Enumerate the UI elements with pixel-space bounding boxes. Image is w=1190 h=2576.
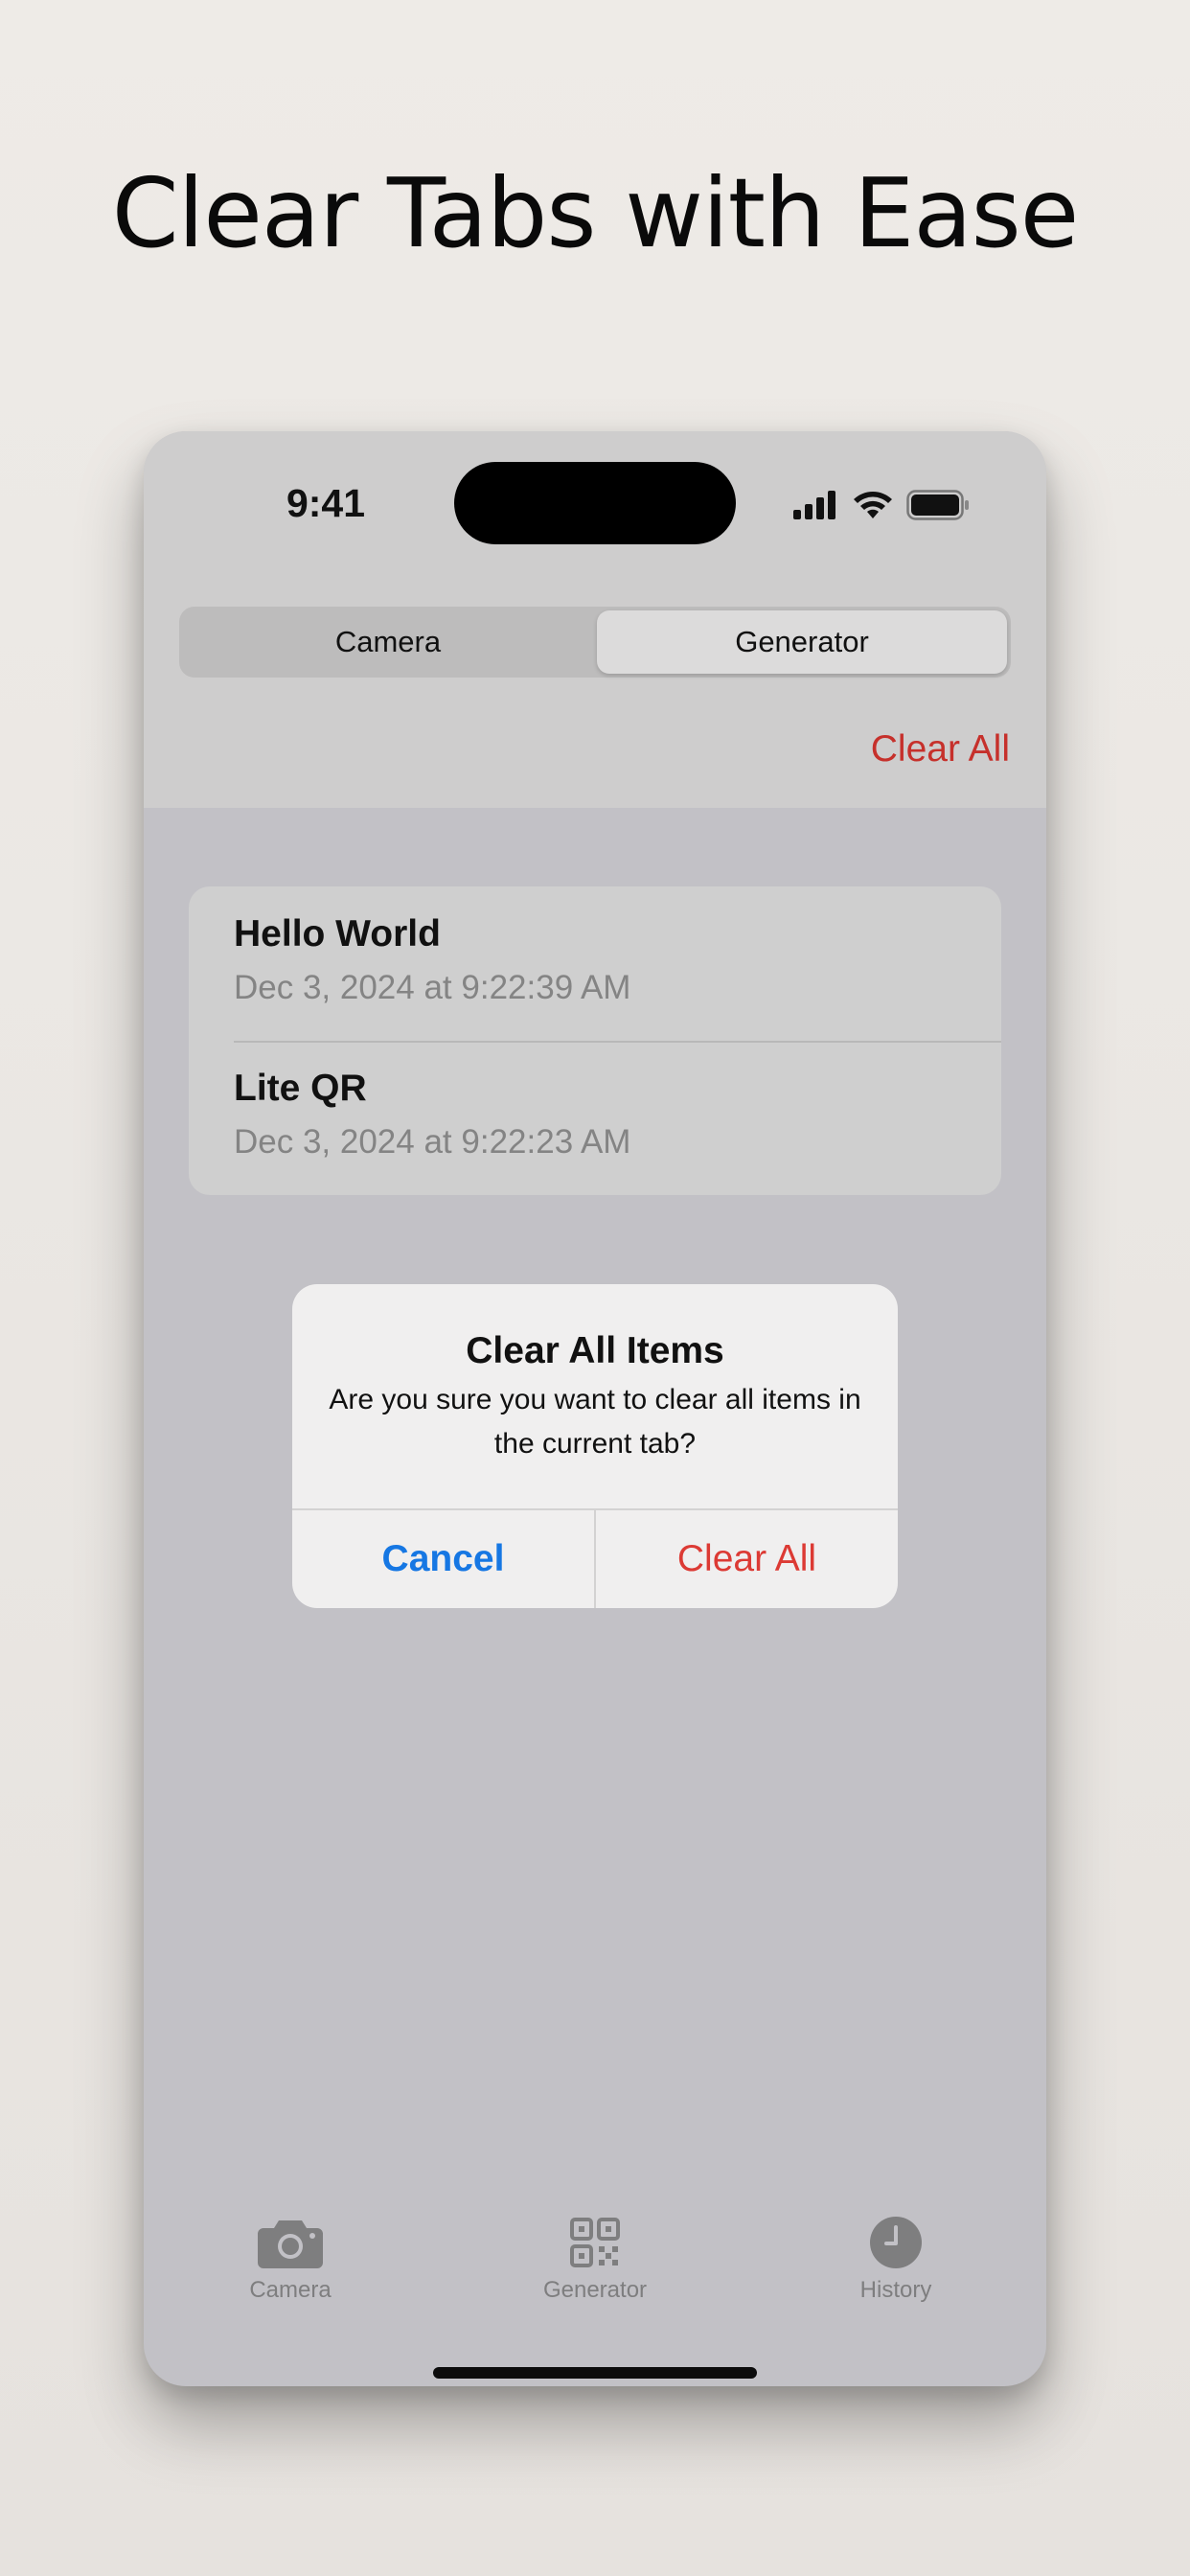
status-icons xyxy=(793,489,970,521)
clear-all-button[interactable]: Clear All xyxy=(871,728,1010,770)
tab-label: History xyxy=(859,2277,932,2303)
item-title: Hello World xyxy=(234,913,441,954)
confirm-clear-all-button[interactable]: Clear All xyxy=(596,1510,898,1608)
tab-bar: Camera Generator History xyxy=(144,2214,1046,2329)
alert-title: Clear All Items xyxy=(466,1330,724,1371)
clear-all-alert: Clear All Items Are you sure you want to… xyxy=(292,1284,898,1608)
tab-history[interactable]: History xyxy=(781,2214,1011,2319)
cancel-button[interactable]: Cancel xyxy=(292,1510,594,1608)
camera-icon xyxy=(258,2220,323,2268)
header-area: 9:41 Camera Generator Clear All xyxy=(144,431,1046,808)
dynamic-island xyxy=(454,462,736,544)
segmented-control: Camera Generator xyxy=(179,607,1011,678)
phone-frame: 9:41 Camera Generator Clear All Hello Wo… xyxy=(144,431,1046,2386)
segment-generator[interactable]: Generator xyxy=(597,610,1007,674)
history-list: Hello World Dec 3, 2024 at 9:22:39 AM Li… xyxy=(189,886,1001,1195)
alert-message: Are you sure you want to clear all items… xyxy=(329,1384,861,1460)
status-time: 9:41 xyxy=(286,481,366,525)
item-title: Lite QR xyxy=(234,1068,367,1109)
cellular-signal-icon xyxy=(793,491,835,519)
list-item[interactable]: Lite QR Dec 3, 2024 at 9:22:23 AM xyxy=(189,1041,1001,1195)
tab-camera[interactable]: Camera xyxy=(175,2214,405,2319)
list-item[interactable]: Hello World Dec 3, 2024 at 9:22:39 AM xyxy=(189,886,1001,1041)
clock-icon xyxy=(870,2217,922,2268)
item-date: Dec 3, 2024 at 9:22:39 AM xyxy=(234,969,631,1006)
wifi-icon xyxy=(854,492,892,518)
battery-icon xyxy=(906,490,969,520)
page-headline: Clear Tabs with Ease xyxy=(111,157,1080,269)
qr-code-icon xyxy=(570,2218,620,2267)
tab-generator[interactable]: Generator xyxy=(480,2214,710,2319)
home-indicator xyxy=(433,2367,757,2379)
segment-camera[interactable]: Camera xyxy=(183,610,593,674)
item-date: Dec 3, 2024 at 9:22:23 AM xyxy=(234,1123,631,1161)
tab-label: Camera xyxy=(249,2277,332,2303)
tab-label: Generator xyxy=(542,2277,648,2303)
